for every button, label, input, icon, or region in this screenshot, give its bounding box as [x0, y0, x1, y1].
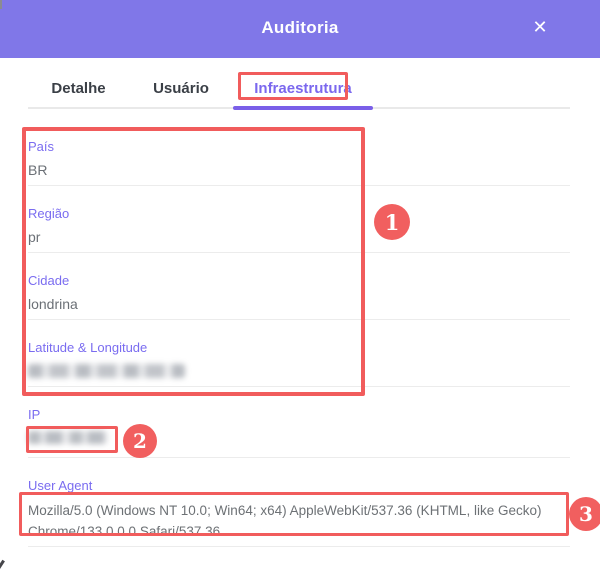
field-label: Cidade [28, 274, 570, 287]
field-label: País [28, 140, 570, 153]
field-label: User Agent [28, 479, 570, 492]
field-cidade: Cidade londrina [28, 253, 570, 320]
field-label: Região [28, 207, 570, 220]
redacted-value-blob [28, 364, 185, 378]
field-user-agent: User Agent Mozilla/5.0 (Windows NT 10.0; … [28, 458, 570, 547]
cursor-artifact [0, 560, 5, 578]
tab-bar: DetalheUsuárioInfraestrutura [28, 70, 570, 109]
tab-infraestrutura[interactable]: Infraestrutura [233, 70, 373, 107]
edge-artifact [0, 0, 2, 9]
field-lat-long: Latitude & Longitude [28, 320, 570, 387]
field-value: londrina [28, 297, 570, 311]
modal-title: Auditoria [0, 0, 600, 56]
close-icon[interactable]: ✕ [530, 14, 550, 40]
field-ip: IP [28, 387, 570, 458]
modal-header: Auditoria ✕ [0, 0, 600, 58]
field-regiao: Região pr [28, 186, 570, 253]
field-value: Mozilla/5.0 (Windows NT 10.0; Win64; x64… [28, 500, 570, 542]
field-label: Latitude & Longitude [28, 341, 570, 354]
tab-detalhe[interactable]: Detalhe [28, 70, 129, 107]
field-pais: País BR [28, 119, 570, 186]
field-label: IP [28, 408, 570, 421]
field-value: pr [28, 230, 570, 244]
field-value: BR [28, 163, 570, 177]
annotation-marker-3: 3 [569, 497, 600, 531]
fields-list: País BR Região pr Cidade londrina Latitude & L… [28, 119, 570, 547]
tab-usuario[interactable]: Usuário [129, 70, 233, 107]
redacted-value-blob [28, 431, 108, 444]
